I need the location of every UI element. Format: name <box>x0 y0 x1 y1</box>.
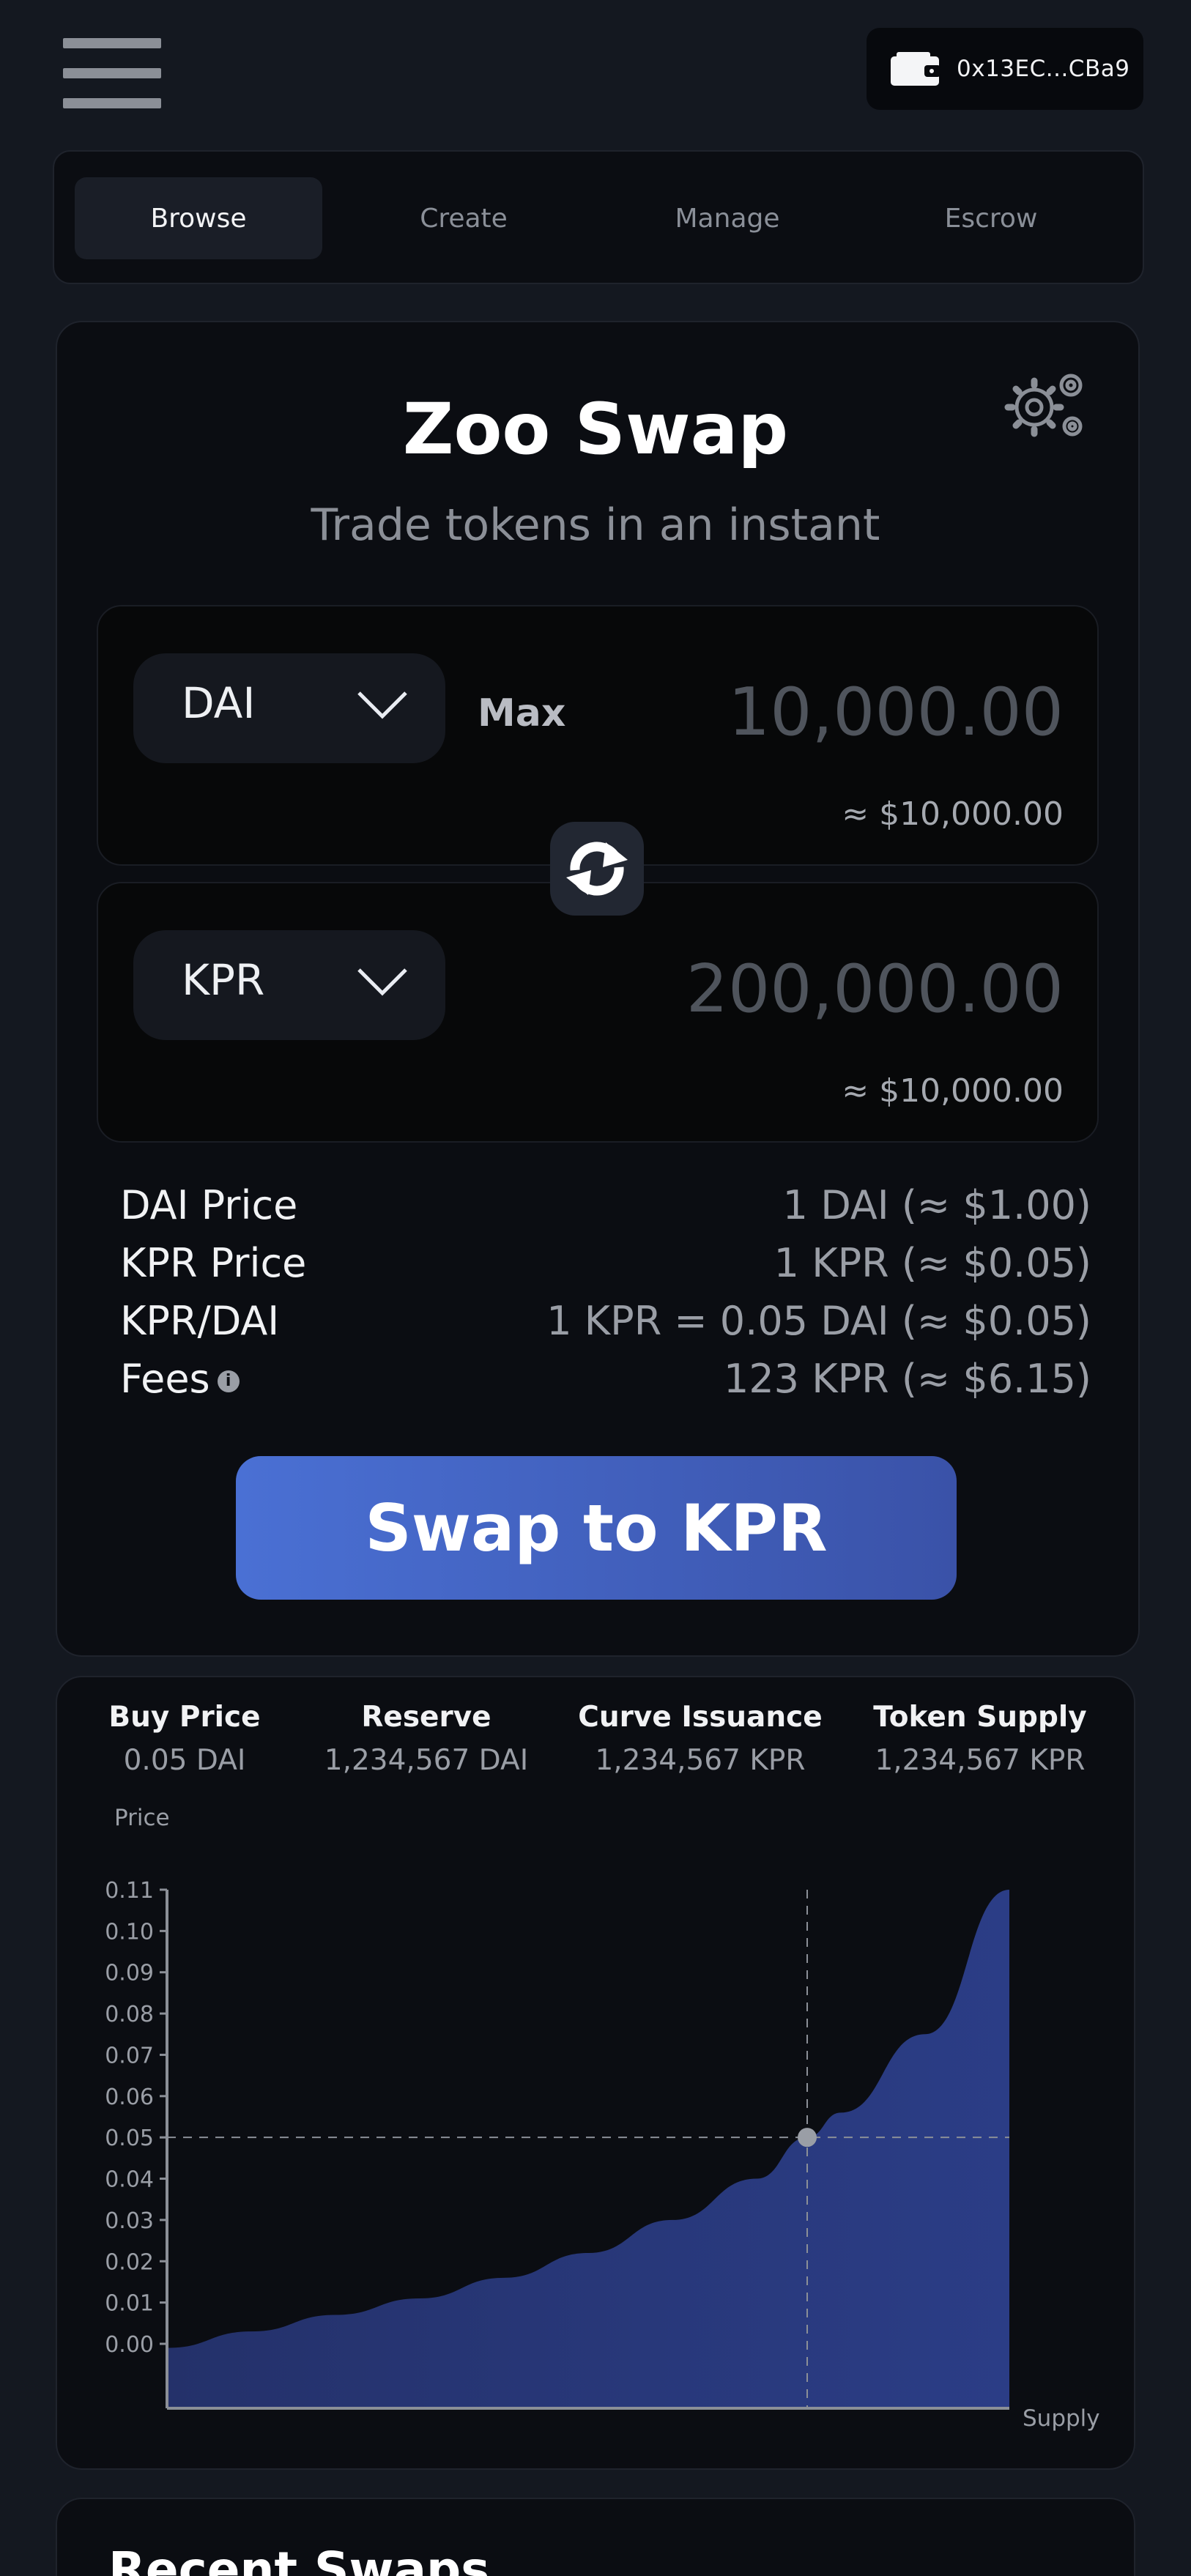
info-label: DAI Price <box>120 1182 298 1228</box>
nav-tabs: Browse Create Manage Escrow <box>53 150 1144 284</box>
bonding-curve-chart: 0.00 0.01 0.02 0.03 0.04 0.05 0.06 0.07 0.08 0.09… <box>105 1805 1100 2432</box>
y-tick-label: 0.11 <box>105 1878 154 1904</box>
stat-value: 1,234,567 KPR <box>595 1744 806 1777</box>
y-tick-label: 0.00 <box>105 2332 154 2358</box>
info-label: KPR Price <box>120 1240 307 1286</box>
info-row-dai-price: DAI Price 1 DAI (≈ $1.00) <box>120 1182 1091 1233</box>
x-axis-label: Supply <box>1023 2405 1100 2432</box>
from-amount-input[interactable]: 10,000.00 <box>728 674 1064 751</box>
y-tick-label: 0.09 <box>105 1961 154 1986</box>
info-value: 1 KPR (≈ $0.05) <box>773 1240 1091 1286</box>
y-tick-label: 0.01 <box>105 2291 154 2317</box>
y-axis-label: Price <box>114 1805 170 1831</box>
stat-reserve: Reserve 1,234,567 DAI <box>294 1701 558 1777</box>
y-tick-label: 0.08 <box>105 2002 154 2027</box>
from-token-symbol: DAI <box>182 678 256 728</box>
curve-area <box>167 1890 1009 2408</box>
info-icon[interactable]: i <box>217 1370 240 1393</box>
info-row-pair-rate: KPR/DAI 1 KPR = 0.05 DAI (≈ $0.05) <box>120 1298 1091 1349</box>
stat-label: Reserve <box>361 1701 491 1734</box>
tab-create[interactable]: Create <box>340 177 587 259</box>
stat-label: Token Supply <box>873 1701 1087 1734</box>
wallet-icon <box>891 52 940 86</box>
swap-direction-button[interactable] <box>550 822 644 916</box>
chevron-down-icon <box>357 691 407 719</box>
y-tick-label: 0.06 <box>105 2085 154 2110</box>
to-amount-input[interactable]: 200,000.00 <box>686 951 1064 1028</box>
current-price-marker <box>798 2128 817 2148</box>
chevron-down-icon <box>357 968 407 996</box>
hamburger-menu-icon[interactable] <box>63 38 161 108</box>
info-value: 123 KPR (≈ $6.15) <box>723 1356 1091 1402</box>
wallet-address: 0x13EC...CBa9 <box>957 56 1130 82</box>
swap-arrows-icon <box>566 842 628 896</box>
stat-curve-issuance: Curve Issuance 1,234,567 KPR <box>568 1701 832 1777</box>
to-token-symbol: KPR <box>182 955 265 1005</box>
recent-swaps-title: Recent Swaps <box>108 2542 490 2576</box>
info-row-kpr-price: KPR Price 1 KPR (≈ $0.05) <box>120 1240 1091 1291</box>
y-tick-label: 0.04 <box>105 2167 154 2193</box>
stat-value: 1,234,567 DAI <box>324 1744 529 1777</box>
gear-icon[interactable] <box>1002 363 1091 445</box>
max-button[interactable]: Max <box>478 691 565 735</box>
tab-manage[interactable]: Manage <box>604 177 851 259</box>
tab-escrow[interactable]: Escrow <box>867 177 1115 259</box>
info-label: KPR/DAI <box>120 1298 280 1344</box>
info-value: 1 KPR = 0.05 DAI (≈ $0.05) <box>546 1298 1091 1344</box>
y-tick-label: 0.10 <box>105 1919 154 1945</box>
stat-label: Buy Price <box>108 1701 261 1734</box>
info-row-fees: Fees i 123 KPR (≈ $6.15) <box>120 1356 1091 1407</box>
y-tick-label: 0.05 <box>105 2126 154 2151</box>
y-tick-label: 0.02 <box>105 2249 154 2275</box>
from-usd-value: ≈ $10,000.00 <box>842 795 1064 833</box>
page-subtitle: Trade tokens in an instant <box>311 500 880 551</box>
info-label: Fees <box>120 1356 210 1402</box>
y-tick-label: 0.07 <box>105 2043 154 2068</box>
to-token-select[interactable]: KPR <box>133 930 445 1040</box>
to-token-box: KPR 200,000.00 ≈ $10,000.00 <box>97 882 1099 1143</box>
stat-token-supply: Token Supply 1,234,567 KPR <box>848 1701 1112 1777</box>
wallet-button[interactable]: 0x13EC...CBa9 <box>867 28 1143 110</box>
stat-label: Curve Issuance <box>578 1701 823 1734</box>
tab-browse[interactable]: Browse <box>75 177 322 259</box>
from-token-select[interactable]: DAI <box>133 653 445 763</box>
stat-value: 0.05 DAI <box>123 1744 246 1777</box>
stat-buy-price: Buy Price 0.05 DAI <box>53 1701 316 1777</box>
swap-button[interactable]: Swap to KPR <box>236 1456 957 1600</box>
info-value: 1 DAI (≈ $1.00) <box>782 1182 1091 1228</box>
to-usd-value: ≈ $10,000.00 <box>842 1072 1064 1110</box>
y-tick-label: 0.03 <box>105 2208 154 2234</box>
stat-value: 1,234,567 KPR <box>875 1744 1086 1777</box>
